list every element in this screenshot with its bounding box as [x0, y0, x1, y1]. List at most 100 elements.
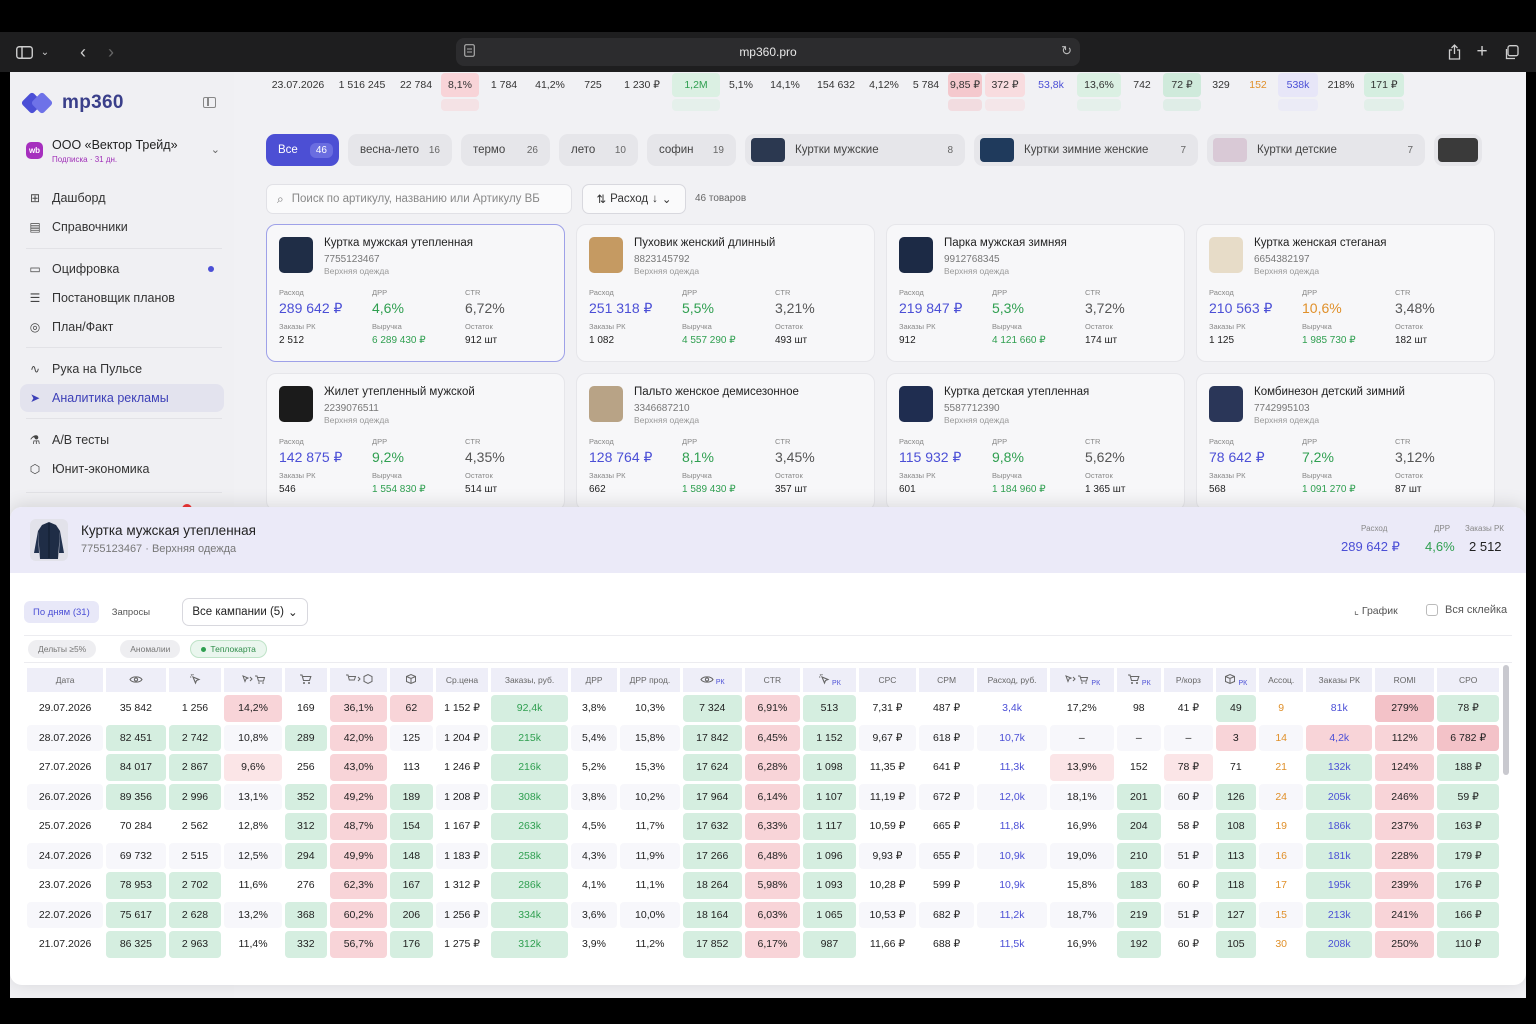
column-header[interactable]: ДРР	[570, 668, 618, 692]
table-row[interactable]: 24.07.2026 69 732 2 515 12,5% 294 49,9% 148 1 1…	[27, 842, 1499, 869]
campaign-select[interactable]: Все кампании (5) ⌄	[182, 598, 308, 626]
chart-button[interactable]: ⌞ График	[1354, 605, 1398, 617]
strip-cell: 9,85 ₽	[948, 73, 982, 97]
column-header[interactable]: Ассоц.	[1258, 668, 1304, 692]
table-row[interactable]: 21.07.2026 86 325 2 963 11,4% 332 56,7% 176 1 2…	[27, 931, 1499, 958]
column-header-click-icon-rk[interactable]: РК	[802, 668, 856, 692]
sidebar-item-dashboard[interactable]: ⊞ Дашборд	[20, 184, 224, 212]
table-row[interactable]: 26.07.2026 89 356 2 996 13,1% 352 49,2% 189 1 2…	[27, 783, 1499, 810]
column-header[interactable]: CPM	[919, 668, 975, 692]
product-card[interactable]: Парка мужская зимняя 9912768345 Верхняя од…	[886, 224, 1185, 362]
sort-button[interactable]: ⇅ Расход ↓ ⌄	[582, 184, 686, 214]
product-card[interactable]: Куртка женская стеганая 6654382197 Верхняя…	[1196, 224, 1495, 362]
column-header-click-cart-icon[interactable]	[224, 668, 282, 692]
card-stock-label: Остаток	[465, 471, 493, 480]
column-header-cart-order-icon[interactable]	[330, 668, 388, 692]
chevron-down-icon[interactable]: ⌄	[38, 40, 52, 64]
table-row[interactable]: 28.07.2026 82 451 2 742 10,8% 289 42,0% 125 1 2…	[27, 724, 1499, 751]
column-header[interactable]: Ср.цена	[435, 668, 489, 692]
full-merge-checkbox[interactable]: Вся склейка	[1426, 604, 1507, 616]
product-card[interactable]: Пуховик женский длинный 8823145792 Верхняя…	[576, 224, 875, 362]
chip-spring-summer[interactable]: весна-лето 16	[348, 134, 452, 166]
product-card[interactable]: Куртка детская утепленная 5587712390 Верхн…	[886, 373, 1185, 511]
column-header-box-icon[interactable]	[390, 668, 433, 692]
card-drr: 5,3%	[992, 300, 1024, 316]
card-revenue-label: Выручка	[372, 471, 402, 480]
product-card[interactable]: Жилет утепленный мужской 2239076511 Верхня…	[266, 373, 565, 511]
table-cell: 688 ₽	[933, 938, 961, 951]
column-header[interactable]: ДРР прод.	[620, 668, 680, 692]
logo[interactable]: mp360	[20, 91, 124, 115]
tabs-overview-icon[interactable]	[1502, 40, 1520, 64]
table-cell: 13,1%	[238, 790, 268, 803]
sidebar-item-references[interactable]: ▤ Справочники	[20, 213, 224, 241]
table-cell: 332	[284, 931, 327, 958]
chip-all[interactable]: Все 46	[266, 134, 339, 166]
filter-deltas[interactable]: Дельты ≥5%	[28, 640, 97, 658]
table-cell: –	[1135, 731, 1142, 744]
table-row[interactable]: 23.07.2026 78 953 2 702 11,6% 276 62,3% 167 1 3…	[27, 872, 1499, 899]
chip-label: Все	[278, 144, 298, 156]
chip-mens-jackets[interactable]: Куртки мужские 8	[745, 134, 965, 166]
back-icon[interactable]: ‹	[74, 40, 92, 64]
column-header[interactable]: ROMI	[1375, 668, 1435, 692]
column-header-click-icon[interactable]	[168, 668, 222, 692]
column-header[interactable]: Заказы, руб.	[491, 668, 568, 692]
table-cell: 124%	[1375, 754, 1435, 781]
column-header-cart-icon-rk[interactable]: РК	[1116, 668, 1162, 692]
strip-cell: 1 230 ₽	[624, 79, 660, 91]
reload-icon[interactable]: ↻	[1061, 43, 1072, 59]
chip-thermo[interactable]: термо 26	[461, 134, 550, 166]
product-card[interactable]: Куртка мужская утепленная 7755123467 Верхн…	[266, 224, 565, 362]
chip-cofin[interactable]: софин 19	[647, 134, 736, 166]
table-row[interactable]: 22.07.2026 75 617 2 628 13,2% 368 60,2% 206 1 2…	[27, 901, 1499, 928]
column-header-box-icon-rk[interactable]: РК	[1215, 668, 1256, 692]
org-switcher[interactable]: wb ООО «Вектор Трейд» Подписка · 31 дн. …	[26, 134, 220, 168]
chip-womens-winter-jackets[interactable]: Куртки зимние женские 7	[974, 134, 1198, 166]
column-header[interactable]: CPO	[1437, 668, 1499, 692]
column-header-eye-icon-rk[interactable]: РК	[682, 668, 742, 692]
product-card[interactable]: Комбинезон детский зимний 7742995103 Верхн…	[1196, 373, 1495, 511]
search-input[interactable]: ⌕ Поиск по артикулу, названию или Артикул…	[266, 184, 572, 214]
filter-anomalies[interactable]: Аномалии	[120, 640, 181, 658]
table-cell: 16	[1275, 849, 1288, 862]
table-row[interactable]: 29.07.2026 35 842 1 256 14,2% 169 36,1% 62 1 15…	[27, 695, 1499, 722]
new-tab-icon[interactable]: +	[1474, 40, 1490, 64]
sidebar-item-ads-analytics[interactable]: ➤ Аналитика рекламы	[20, 384, 224, 412]
table-cell: 113	[402, 761, 420, 774]
sidebar-item-digitization[interactable]: ▭ Оцифровка	[20, 255, 224, 283]
chip-more[interactable]	[1434, 134, 1482, 166]
column-header[interactable]: CTR	[744, 668, 800, 692]
card-stock-label: Остаток	[465, 322, 493, 331]
table-row[interactable]: 27.07.2026 84 017 2 867 9,6% 256 43,0% 113 1 24…	[27, 754, 1499, 781]
sidebar-item-ab-tests[interactable]: ⚗ А/В тесты	[20, 426, 224, 454]
sidebar-item-pulse[interactable]: ∿ Рука на Пульсе	[20, 355, 224, 383]
column-header[interactable]: Р/корз	[1164, 668, 1213, 692]
column-header[interactable]: CPC	[858, 668, 917, 692]
product-card[interactable]: Пальто женское демисезонное 3346687210 Вер…	[576, 373, 875, 511]
sidebar-toggle-icon[interactable]	[14, 40, 34, 64]
collapse-sidebar-icon[interactable]	[203, 97, 216, 108]
column-header-eye-icon[interactable]	[106, 668, 166, 692]
card-stock: 493 шт	[775, 335, 808, 346]
chip-kids-jackets[interactable]: Куртки детские 7	[1207, 134, 1425, 166]
sidebar-item-unit-economics[interactable]: ⬡ Юнит-экономика	[20, 455, 224, 483]
url-bar[interactable]: mp360.pro ↻	[456, 38, 1080, 66]
sidebar-item-plan-fact[interactable]: ◎ План/Факт	[20, 313, 224, 341]
chip-summer[interactable]: лето 10	[559, 134, 638, 166]
table-row[interactable]: 25.07.2026 70 284 2 562 12,8% 312 48,7% 154 1 1…	[27, 813, 1499, 840]
column-header-cart-icon[interactable]	[284, 668, 327, 692]
forward-icon[interactable]: ›	[102, 40, 120, 64]
filter-heatmap[interactable]: Теплокарта	[190, 640, 267, 658]
click-cart-icon	[1063, 675, 1089, 687]
column-header-click-cart-icon-rk[interactable]: РК	[1050, 668, 1114, 692]
table-scrollbar[interactable]	[1503, 665, 1509, 775]
column-header[interactable]: Заказы РК	[1306, 668, 1373, 692]
share-icon[interactable]	[1446, 40, 1462, 64]
tab-queries[interactable]: Запросы	[103, 601, 159, 623]
tab-by-days[interactable]: По дням (31)	[24, 601, 99, 623]
sidebar-item-planner[interactable]: ☰ Постановщик планов	[20, 284, 224, 312]
column-header[interactable]: Расход, руб.	[977, 668, 1048, 692]
table-cell: 58 ₽	[1177, 820, 1199, 833]
column-header[interactable]: Дата	[27, 668, 104, 692]
